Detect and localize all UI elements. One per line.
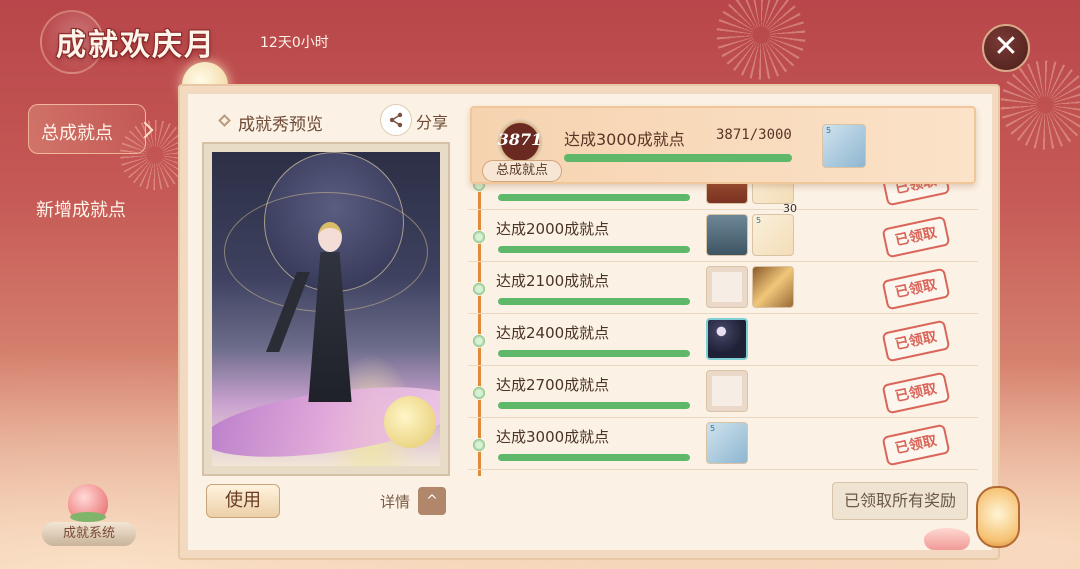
close-button[interactable]: ✕ <box>982 24 1030 72</box>
reward-item[interactable] <box>706 370 748 412</box>
lotus-decoration <box>924 528 970 550</box>
list-item: 达成2400成就点 已领取 <box>468 314 978 366</box>
preview-header: 成就秀预览 分享 <box>202 104 450 138</box>
milestone-label: 达成3000成就点 <box>496 428 610 446</box>
achievement-system-label: 成就系统 <box>42 522 136 546</box>
progress-bar <box>498 246 690 253</box>
current-milestone-label: 达成3000成就点 <box>564 130 685 149</box>
milestone-label: 达成2700成就点 <box>496 376 610 394</box>
reward-item[interactable] <box>706 214 748 256</box>
list-item: 达成2100成就点 已领取 <box>468 262 978 314</box>
points-label: 总成就点 <box>482 160 562 182</box>
claimed-stamp: 已领取 <box>881 267 951 311</box>
progress-bar <box>498 194 690 201</box>
reward-item[interactable] <box>706 318 748 360</box>
preview-title: 成就秀预览 <box>238 115 323 135</box>
claim-all-button[interactable]: 已领取所有奖励 <box>832 482 968 520</box>
status-dot-icon <box>472 334 486 348</box>
firework-decoration <box>1000 60 1080 150</box>
nav-tab-total-points[interactable]: 总成就点 <box>28 104 146 154</box>
event-timer: 12天0小时 <box>260 35 329 51</box>
share-button[interactable]: 分享 <box>380 104 450 136</box>
detail-label[interactable]: 详情 <box>380 491 410 512</box>
list-item: 达成2700成就点 已领取 <box>468 366 978 418</box>
claimed-stamp: 已领取 <box>881 215 951 259</box>
list-item: 达成3000成就点 5 已领取 <box>468 418 978 470</box>
chevron-up-icon[interactable]: ^ <box>418 487 446 515</box>
progress-bar <box>498 402 690 409</box>
achievement-show-preview[interactable] <box>202 142 450 476</box>
progress-bar <box>498 454 690 461</box>
reward-item[interactable]: 5 <box>706 422 748 464</box>
list-item: 达成2000成就点 5 已领取 <box>468 210 978 262</box>
progress-bar <box>498 350 690 357</box>
nav-tab-new-points[interactable]: 新增成就点 <box>36 196 126 222</box>
reward-item[interactable] <box>706 266 748 308</box>
milestone-label: 达成2100成就点 <box>496 272 610 290</box>
current-progress-bar <box>564 154 792 162</box>
status-dot-icon <box>472 386 486 400</box>
claimed-stamp: 已领取 <box>881 319 951 363</box>
share-label: 分享 <box>416 113 449 132</box>
points-value: 3871 <box>497 130 543 149</box>
firework-decoration <box>716 0 806 80</box>
character-figure <box>266 222 360 412</box>
milestone-label: 达成2000成就点 <box>496 220 610 238</box>
reward-item[interactable]: 5 <box>822 124 866 168</box>
reward-item[interactable] <box>752 266 794 308</box>
total-points-summary: 3871 总成就点 达成3000成就点 3871/3000 5 <box>470 106 976 184</box>
diamond-icon <box>218 114 231 127</box>
status-dot-icon <box>472 438 486 452</box>
character-artwork <box>212 152 440 466</box>
milestone-label: 达成2400成就点 <box>496 324 610 342</box>
golden-planet-illustration <box>384 396 436 448</box>
progress-bar <box>498 298 690 305</box>
use-button[interactable]: 使用 <box>206 484 280 518</box>
reward-item[interactable]: 5 <box>752 214 794 256</box>
page-title: 成就欢庆月 <box>56 28 216 63</box>
claimed-stamp: 已领取 <box>881 371 951 415</box>
claimed-stamp: 已领取 <box>881 423 951 467</box>
status-dot-icon <box>472 282 486 296</box>
points-badge: 3871 <box>496 118 544 166</box>
leaf-icon <box>70 512 106 522</box>
share-icon <box>380 104 412 136</box>
lantern-decoration <box>976 486 1020 548</box>
status-dot-icon <box>472 230 486 244</box>
current-progress-text: 3871/3000 <box>716 127 792 143</box>
achievement-system-button[interactable]: 成就系统 <box>42 484 136 546</box>
